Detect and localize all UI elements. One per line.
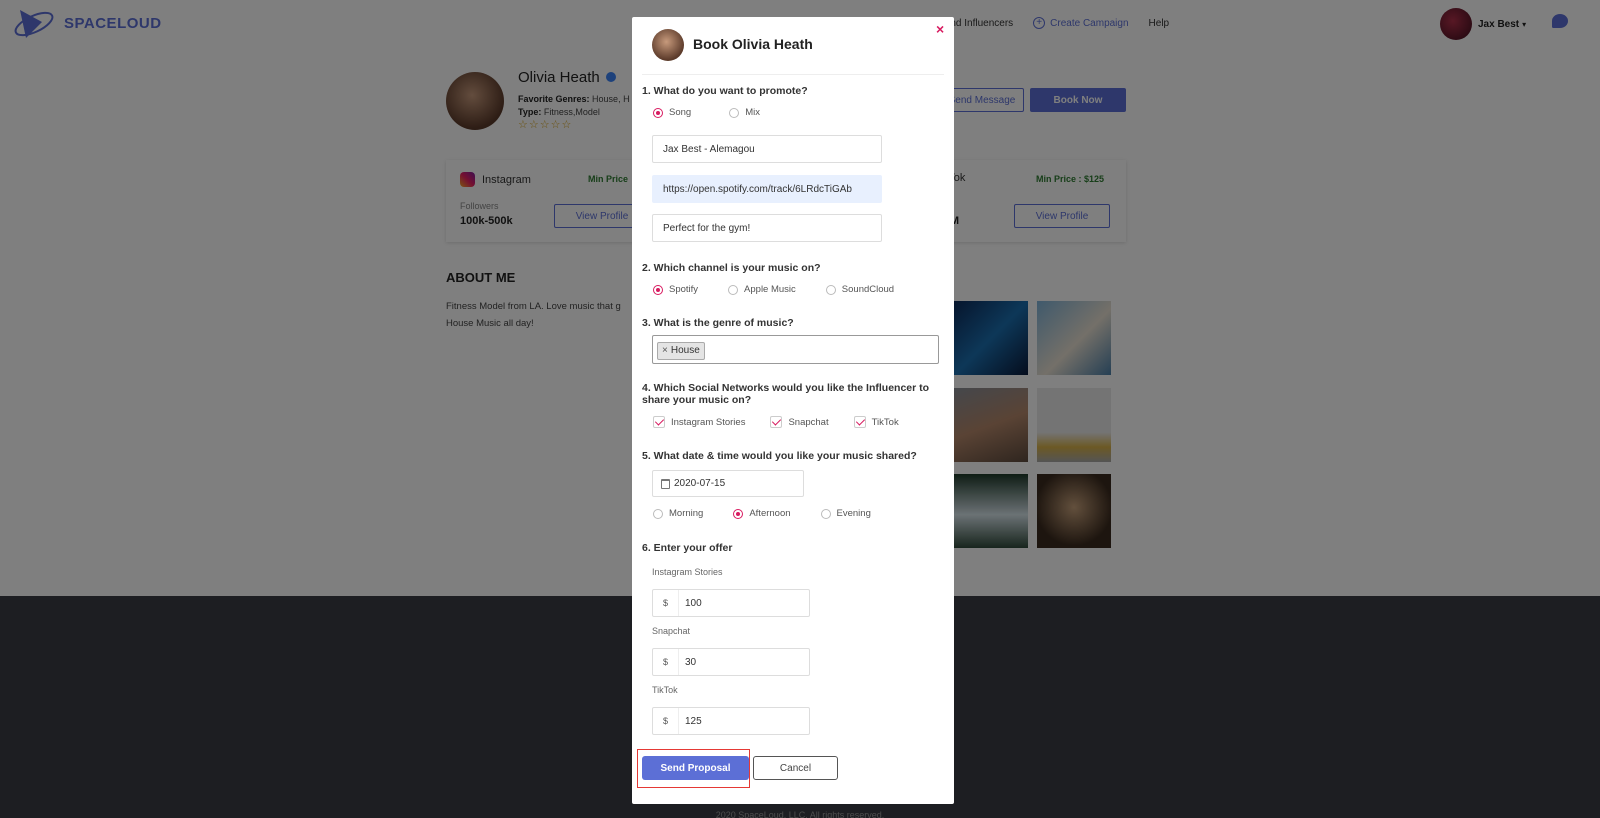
offer-label-instagram-stories: Instagram Stories bbox=[652, 567, 723, 577]
time-of-day-radios: Morning Afternoon Evening bbox=[653, 508, 871, 519]
offer-label-snapchat: Snapchat bbox=[652, 626, 691, 636]
offer-input-tiktok[interactable]: $ 125 bbox=[652, 707, 810, 735]
modal-title: Book Olivia Heath bbox=[693, 36, 813, 52]
checkbox-label: TikTok bbox=[871, 416, 899, 428]
checkbox-label: Instagram Stories bbox=[671, 416, 746, 428]
send-proposal-button[interactable]: Send Proposal bbox=[642, 756, 749, 780]
booking-modal: × Book Olivia Heath 1. What do you want … bbox=[632, 17, 954, 804]
genre-tag-label: House bbox=[670, 345, 700, 356]
radio-label: Evening bbox=[836, 508, 871, 519]
offer-input-instagram-stories[interactable]: $ 100 bbox=[652, 589, 810, 617]
checkbox-tiktok[interactable]: TikTok bbox=[853, 416, 899, 428]
checkbox-snapchat[interactable]: Snapchat bbox=[770, 416, 829, 428]
currency-prefix: $ bbox=[653, 590, 679, 616]
divider bbox=[642, 74, 944, 75]
radio-evening[interactable]: Evening bbox=[820, 508, 871, 519]
date-value: 2020-07-15 bbox=[674, 478, 726, 489]
promote-type-radios: Song Mix bbox=[653, 107, 760, 118]
offer-value: 100 bbox=[685, 597, 702, 609]
radio-selected-indicator bbox=[733, 508, 744, 519]
radio-label: SoundCloud bbox=[841, 284, 895, 295]
offer-label-tiktok: TikTok bbox=[652, 685, 678, 695]
radio-spotify[interactable]: Spotify bbox=[653, 284, 698, 295]
radio-indicator bbox=[729, 107, 740, 118]
offer-input-snapchat[interactable]: $ 30 bbox=[652, 648, 810, 676]
radio-indicator bbox=[728, 284, 739, 295]
radio-song[interactable]: Song bbox=[653, 107, 691, 118]
genre-select[interactable]: × House bbox=[652, 335, 939, 364]
song-title-input[interactable]: Jax Best - Alemagou bbox=[652, 135, 882, 163]
social-network-checkboxes: Instagram Stories Snapchat TikTok bbox=[653, 416, 899, 428]
radio-afternoon[interactable]: Afternoon bbox=[733, 508, 791, 519]
remove-tag-icon[interactable]: × bbox=[662, 345, 668, 356]
radio-indicator bbox=[653, 508, 663, 519]
cancel-button[interactable]: Cancel bbox=[753, 756, 838, 780]
genre-tag: × House bbox=[657, 341, 705, 360]
radio-label: Morning bbox=[669, 508, 704, 519]
message-input[interactable]: Perfect for the gym! bbox=[652, 214, 882, 242]
checkbox-checked-indicator bbox=[853, 416, 866, 428]
radio-label: Afternoon bbox=[749, 508, 791, 519]
question-social-networks: 4. Which Social Networks would you like … bbox=[642, 382, 929, 406]
offer-value: 30 bbox=[685, 656, 697, 668]
modal-avatar bbox=[652, 29, 684, 61]
radio-morning[interactable]: Morning bbox=[653, 508, 703, 519]
radio-soundcloud[interactable]: SoundCloud bbox=[825, 284, 895, 295]
radio-label: Spotify bbox=[669, 284, 699, 295]
question-genre: 3. What is the genre of music? bbox=[642, 317, 794, 329]
date-input[interactable]: 2020-07-15 bbox=[652, 470, 804, 497]
radio-apple-music[interactable]: Apple Music bbox=[728, 284, 796, 295]
question-channel: 2. Which channel is your music on? bbox=[642, 262, 821, 274]
radio-label: Apple Music bbox=[744, 284, 796, 295]
radio-indicator bbox=[820, 508, 831, 519]
offer-value: 125 bbox=[685, 715, 702, 727]
question-line: 4. Which Social Networks would you like … bbox=[642, 382, 930, 394]
close-icon[interactable]: × bbox=[936, 21, 944, 37]
radio-selected-indicator bbox=[653, 284, 663, 295]
checkbox-checked-indicator bbox=[653, 416, 665, 428]
checkbox-instagram-stories[interactable]: Instagram Stories bbox=[653, 416, 745, 428]
radio-label: Song bbox=[669, 107, 692, 118]
radio-indicator bbox=[825, 284, 836, 295]
question-date-time: 5. What date & time would you like your … bbox=[642, 450, 917, 462]
currency-prefix: $ bbox=[653, 649, 679, 675]
radio-label: Mix bbox=[745, 107, 760, 118]
radio-selected-indicator bbox=[653, 107, 663, 118]
currency-prefix: $ bbox=[653, 708, 679, 734]
question-offer: 6. Enter your offer bbox=[642, 542, 733, 554]
checkbox-label: Snapchat bbox=[788, 416, 829, 428]
checkbox-checked-indicator bbox=[770, 416, 783, 428]
question-line: share your music on? bbox=[642, 394, 752, 406]
song-url-input[interactable]: https://open.spotify.com/track/6LRdcTiGA… bbox=[652, 175, 882, 203]
question-promote: 1. What do you want to promote? bbox=[642, 85, 808, 97]
radio-mix[interactable]: Mix bbox=[729, 107, 760, 118]
channel-radios: Spotify Apple Music SoundCloud bbox=[653, 284, 894, 295]
calendar-icon bbox=[661, 478, 670, 489]
